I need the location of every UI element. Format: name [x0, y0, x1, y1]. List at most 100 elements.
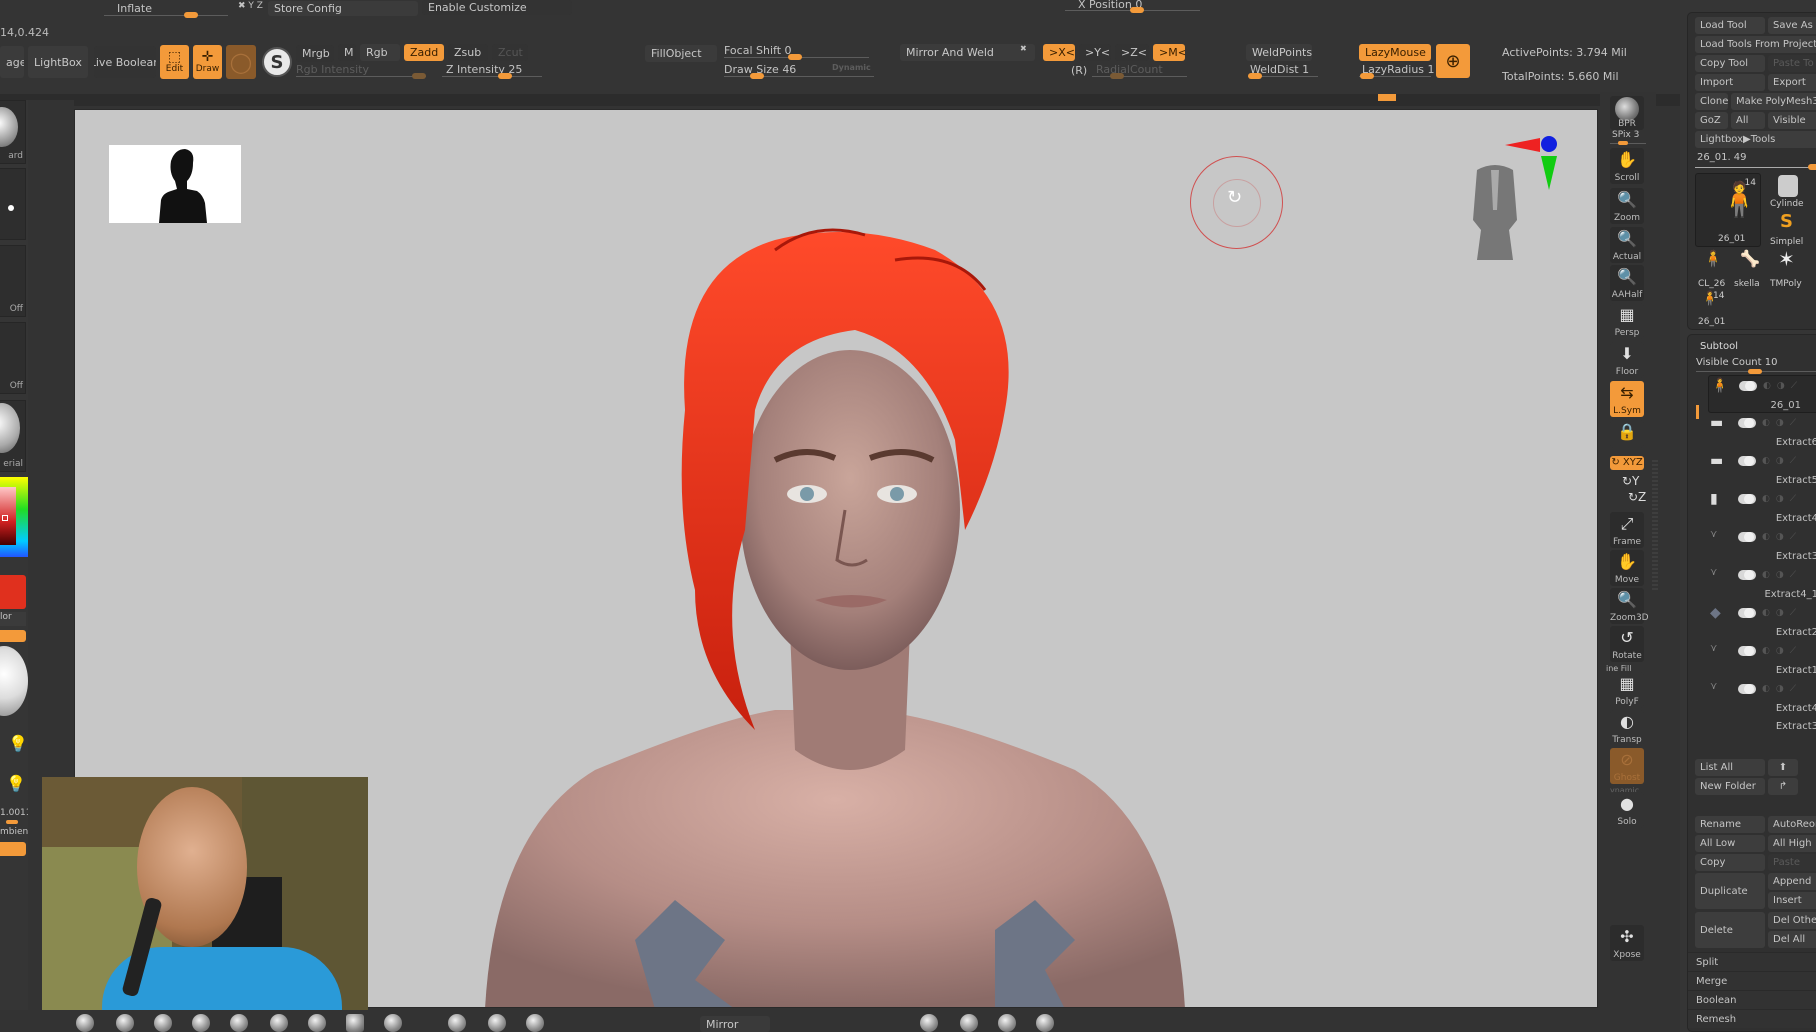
transp-button[interactable]: ◐ Transp — [1610, 710, 1644, 746]
subtool-mode-icons[interactable]: ◐◑⟋ — [1763, 381, 1816, 391]
subtool-visibility-toggle[interactable] — [1738, 570, 1756, 580]
load-tool-button[interactable]: Load Tool — [1695, 17, 1765, 34]
z-intensity-knob[interactable] — [498, 73, 512, 79]
rotate-z-icon[interactable]: ↻Z — [1628, 490, 1646, 504]
lazy-mouse-dynamic-button[interactable]: ⊕ — [1436, 44, 1470, 78]
brush-move-icon[interactable] — [116, 1014, 134, 1032]
weld-points-button[interactable]: WeldPoints — [1246, 44, 1312, 61]
all-high-button[interactable]: All High — [1768, 835, 1816, 852]
subtool-visibility-toggle[interactable] — [1738, 532, 1756, 542]
subtool-mode-icons[interactable]: ◐◑⟋ — [1762, 570, 1816, 580]
tool-slider-knob[interactable] — [1808, 164, 1816, 170]
remesh-section[interactable]: Remesh — [1688, 1009, 1816, 1028]
z-intensity-slider[interactable] — [442, 76, 542, 77]
material-selector[interactable]: erial — [0, 400, 26, 472]
save-as-button[interactable]: Save As — [1768, 17, 1816, 34]
brush-standard-icon[interactable] — [76, 1014, 94, 1032]
rename-button[interactable]: Rename — [1695, 816, 1765, 833]
paste-button[interactable]: Paste — [1768, 854, 1816, 871]
brush-claybuildup-icon[interactable] — [192, 1014, 210, 1032]
subtool-visibility-toggle[interactable] — [1738, 456, 1756, 466]
secondary-color-swatch[interactable] — [0, 630, 26, 642]
tray-handle[interactable] — [1378, 94, 1396, 101]
subtool-item-selected[interactable]: 🧍 ◐◑⟋ 26_01 — [1708, 375, 1816, 413]
draw-button[interactable]: ✛ Draw — [193, 45, 222, 79]
mirror-button[interactable]: Mirror — [700, 1016, 770, 1032]
load-tools-from-project-button[interactable]: Load Tools From Project — [1695, 36, 1816, 53]
zsub-button[interactable]: Zsub — [448, 44, 488, 61]
brush-clay-icon[interactable] — [154, 1014, 172, 1032]
light-sphere-icon[interactable] — [0, 646, 28, 716]
subtool-item[interactable]: ⋎ ◐◑⟋ Extract4_1 — [1708, 565, 1816, 603]
primary-color-swatch[interactable] — [0, 575, 26, 609]
lazy-radius-knob[interactable] — [1360, 73, 1374, 79]
split-section[interactable]: Split — [1688, 952, 1816, 971]
move-into-button[interactable]: ↱ — [1768, 778, 1798, 795]
del-all-button[interactable]: Del All — [1768, 931, 1816, 948]
subtool-visibility-toggle[interactable] — [1739, 381, 1757, 391]
floor-button[interactable]: ⬇ Floor — [1610, 342, 1644, 378]
brush-snake-icon[interactable] — [526, 1014, 544, 1032]
subtool-visibility-toggle[interactable] — [1738, 608, 1756, 618]
brush-smooth-icon[interactable] — [308, 1014, 326, 1032]
bpr-button[interactable]: BPR — [1610, 96, 1644, 130]
subtool-mode-icons[interactable]: ◐◑⟋ — [1762, 494, 1816, 504]
delete-button[interactable]: Delete — [1695, 912, 1765, 948]
spix-slider[interactable] — [1610, 143, 1646, 144]
live-boolean-button[interactable]: Live Boolean — [94, 46, 156, 78]
subtool-item[interactable]: ⋎ ◐◑⟋ Extract4 — [1708, 679, 1816, 717]
store-config-button[interactable]: Store Config — [268, 1, 418, 16]
aahalf-button[interactable]: 🔍 AAHalf — [1610, 265, 1644, 301]
move-button[interactable]: ✋ Move — [1610, 550, 1644, 586]
mirror-axis-toggle[interactable]: ✖ — [1020, 44, 1027, 53]
goz-button[interactable]: GoZ — [1695, 112, 1728, 129]
import-button[interactable]: Import — [1695, 74, 1765, 91]
rgb-intensity-slider[interactable] — [296, 76, 426, 77]
del-other-button[interactable]: Del Othe — [1768, 912, 1816, 929]
scale-mode-icon[interactable]: S — [262, 47, 292, 77]
brush-inflate-icon[interactable] — [270, 1014, 288, 1032]
lightbox-button[interactable]: LightBox — [28, 46, 88, 78]
copy-button[interactable]: Copy — [1695, 854, 1765, 871]
focal-shift-knob[interactable] — [788, 54, 802, 60]
all-low-button[interactable]: All Low — [1695, 835, 1765, 852]
subtool-mode-icons[interactable]: ◐◑⟋ — [1762, 646, 1816, 656]
brush-flatten-icon[interactable] — [448, 1014, 466, 1032]
x-position-slider-knob[interactable] — [1130, 7, 1144, 13]
boolean-section[interactable]: Boolean — [1688, 990, 1816, 1009]
tool-slider[interactable] — [1695, 167, 1816, 168]
actual-button[interactable]: 🔍 Actual — [1610, 227, 1644, 263]
brush-pinch-icon[interactable] — [384, 1014, 402, 1032]
symmetry-y-button[interactable]: >Y< — [1079, 44, 1111, 61]
rgb-intensity-knob[interactable] — [412, 73, 426, 79]
inflate-slider[interactable] — [104, 15, 228, 16]
insert-button[interactable]: Insert — [1768, 892, 1816, 909]
list-all-button[interactable]: List All — [1695, 759, 1765, 776]
lock-camera-button[interactable]: 🔒 — [1610, 420, 1644, 448]
draw-size-knob[interactable] — [750, 73, 764, 79]
material-reflect-icon[interactable] — [998, 1014, 1016, 1032]
m-button[interactable]: M — [338, 44, 356, 61]
merge-section[interactable]: Merge — [1688, 971, 1816, 990]
subtool-item[interactable]: Extract3 — [1708, 717, 1816, 737]
subtool-title[interactable]: Subtool — [1700, 341, 1738, 352]
tool-thumb-simplebrush[interactable]: S Simplel — [1768, 211, 1808, 247]
subtool-mode-icons[interactable]: ◐◑⟋ — [1762, 608, 1816, 618]
subtool-visibility-toggle[interactable] — [1738, 494, 1756, 504]
radial-r-toggle[interactable]: (R) — [1071, 64, 1087, 77]
subtool-item[interactable]: ▬ ◐◑⟋ Extract6 — [1708, 413, 1816, 451]
dynamic-toggle[interactable]: Dynamic — [832, 63, 871, 72]
append-button[interactable]: Append — [1768, 873, 1816, 890]
frame-button[interactable]: ⤢ Frame — [1610, 512, 1644, 548]
tool-thumb-current[interactable]: 🧍 14 26_01 — [1695, 173, 1761, 247]
zadd-button[interactable]: Zadd — [404, 44, 444, 61]
edit-button[interactable]: ⬚ Edit — [160, 45, 189, 79]
rgb-button[interactable]: Rgb — [360, 44, 400, 61]
zcut-button[interactable]: Zcut — [492, 44, 528, 61]
solo-button[interactable]: ● Solo — [1610, 792, 1644, 828]
subtool-visibility-toggle[interactable] — [1738, 684, 1756, 694]
zoom-button[interactable]: 🔍 Zoom — [1610, 188, 1644, 224]
ghost-button[interactable]: ⊘ Ghost — [1610, 748, 1644, 784]
mrgb-button[interactable]: Mrgb — [296, 45, 334, 62]
enable-customize-button[interactable]: Enable Customize — [422, 0, 572, 15]
